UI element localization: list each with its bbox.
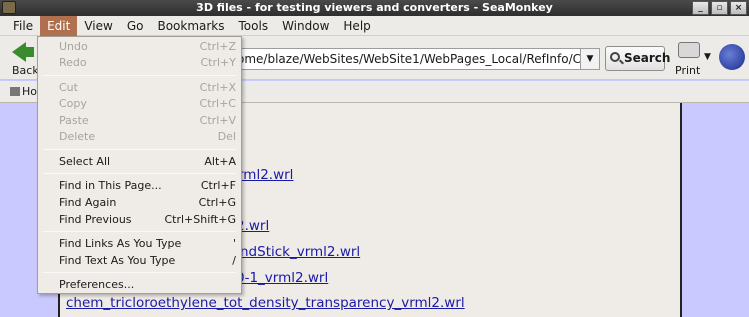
menu-separator [43,231,236,232]
menu-item-find-links[interactable]: Find Links As You Type ' [38,235,241,252]
menubar: File Edit View Go Bookmarks Tools Window… [0,15,749,36]
menu-item-redo[interactable]: Redo Ctrl+Y [38,54,241,71]
menu-separator [43,173,236,174]
menu-item-select-all[interactable]: Select All Alt+A [38,153,241,170]
menu-item-paste[interactable]: Paste Ctrl+V [38,112,241,129]
close-button[interactable]: × [730,1,747,15]
menu-view[interactable]: View [77,16,119,36]
back-label: Back [12,64,39,77]
menu-item-find-previous[interactable]: Find Previous Ctrl+Shift+G [38,211,241,228]
menu-help[interactable]: Help [336,16,377,36]
menu-file[interactable]: File [6,16,40,36]
menu-item-cut[interactable]: Cut Ctrl+X [38,79,241,96]
window-menu-icon[interactable] [2,1,16,14]
menu-go[interactable]: Go [120,16,151,36]
home-icon [10,87,20,96]
maximize-button[interactable]: ▫ [711,1,728,15]
printer-icon [678,42,700,58]
url-input[interactable]: ome/blaze/WebSites/WebSite1/WebPages_Loc… [232,48,582,70]
seamonkey-logo[interactable] [719,44,745,70]
file-link[interactable]: ndStick_vrml2.wrl [240,244,360,260]
menu-item-find-text[interactable]: Find Text As You Type / [38,252,241,269]
menu-window[interactable]: Window [275,16,336,36]
menu-item-preferences[interactable]: Preferences... [38,276,241,293]
menu-item-undo[interactable]: Undo Ctrl+Z [38,38,241,55]
menu-bookmarks[interactable]: Bookmarks [150,16,231,36]
search-button[interactable]: Search [605,46,670,71]
home-label: Ho [22,85,38,98]
file-link[interactable]: chem_tricloroethylene_tot_density_transp… [66,295,465,311]
window-titlebar: 3D files - for testing viewers and conve… [0,0,749,16]
window-title: 3D files - for testing viewers and conve… [196,1,553,14]
file-link[interactable]: 0-1_vrml2.wrl [236,270,328,286]
edit-menu-popup: Undo Ctrl+Z Redo Ctrl+Y Cut Ctrl+X Copy Ctrl… [37,36,242,294]
print-dropdown-icon[interactable]: ▼ [704,52,711,62]
menu-item-copy[interactable]: Copy Ctrl+C [38,95,241,112]
print-button[interactable]: Print [672,40,706,78]
menu-item-find-in-page[interactable]: Find in This Page... Ctrl+F [38,177,241,194]
menu-separator [43,272,236,273]
home-button[interactable]: Ho [10,84,37,100]
menu-item-find-again[interactable]: Find Again Ctrl+G [38,194,241,211]
minimize-button[interactable]: _ [692,1,709,15]
menu-item-delete[interactable]: Delete Del [38,128,241,145]
menu-tools[interactable]: Tools [232,16,276,36]
url-history-dropdown[interactable]: ▼ [580,48,600,70]
menu-separator [43,75,236,76]
menu-separator [43,149,236,150]
print-label: Print [675,64,701,77]
search-icon [610,52,620,62]
menu-edit[interactable]: Edit [40,15,78,36]
search-label: Search [624,51,671,65]
back-button[interactable]: Back [6,40,40,78]
